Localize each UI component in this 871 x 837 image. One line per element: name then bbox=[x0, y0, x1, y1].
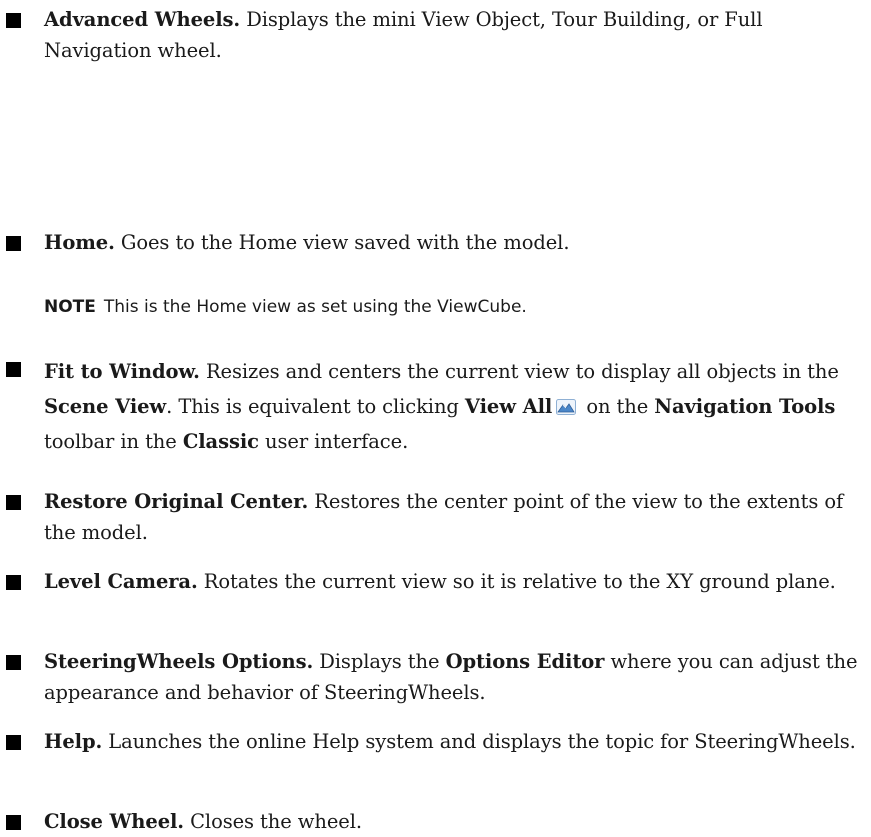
bullet bbox=[6, 236, 21, 251]
bullet bbox=[6, 735, 21, 750]
item-title: Help. bbox=[44, 730, 103, 753]
bullet bbox=[6, 575, 21, 590]
item-desc: Launches the online Help system and disp… bbox=[108, 730, 856, 753]
item-title: Level Camera. bbox=[44, 570, 198, 593]
bullet bbox=[6, 13, 21, 28]
item-title: SteeringWheels Options. bbox=[44, 650, 314, 673]
bullet bbox=[6, 495, 21, 510]
note-text: This is the Home view as set using the V… bbox=[103, 297, 527, 317]
item-desc: Rotates the current view so it is relati… bbox=[203, 570, 836, 593]
item-desc: Closes the wheel. bbox=[190, 810, 362, 833]
view-all-icon bbox=[556, 399, 577, 415]
bullet bbox=[6, 815, 21, 830]
item-title: Advanced Wheels. bbox=[44, 8, 241, 31]
note: NOTE This is the Home view as set using t… bbox=[44, 295, 527, 319]
note-label: NOTE bbox=[44, 297, 96, 317]
item-title: Close Wheel. bbox=[44, 810, 184, 833]
item-title: Restore Original Center. bbox=[44, 490, 309, 513]
bullet bbox=[6, 362, 21, 377]
bullet bbox=[6, 655, 21, 670]
item-desc: Goes to the Home view saved with the mod… bbox=[120, 231, 570, 254]
item-title: Fit to Window. bbox=[44, 360, 200, 383]
item-title: Home. bbox=[44, 231, 115, 254]
